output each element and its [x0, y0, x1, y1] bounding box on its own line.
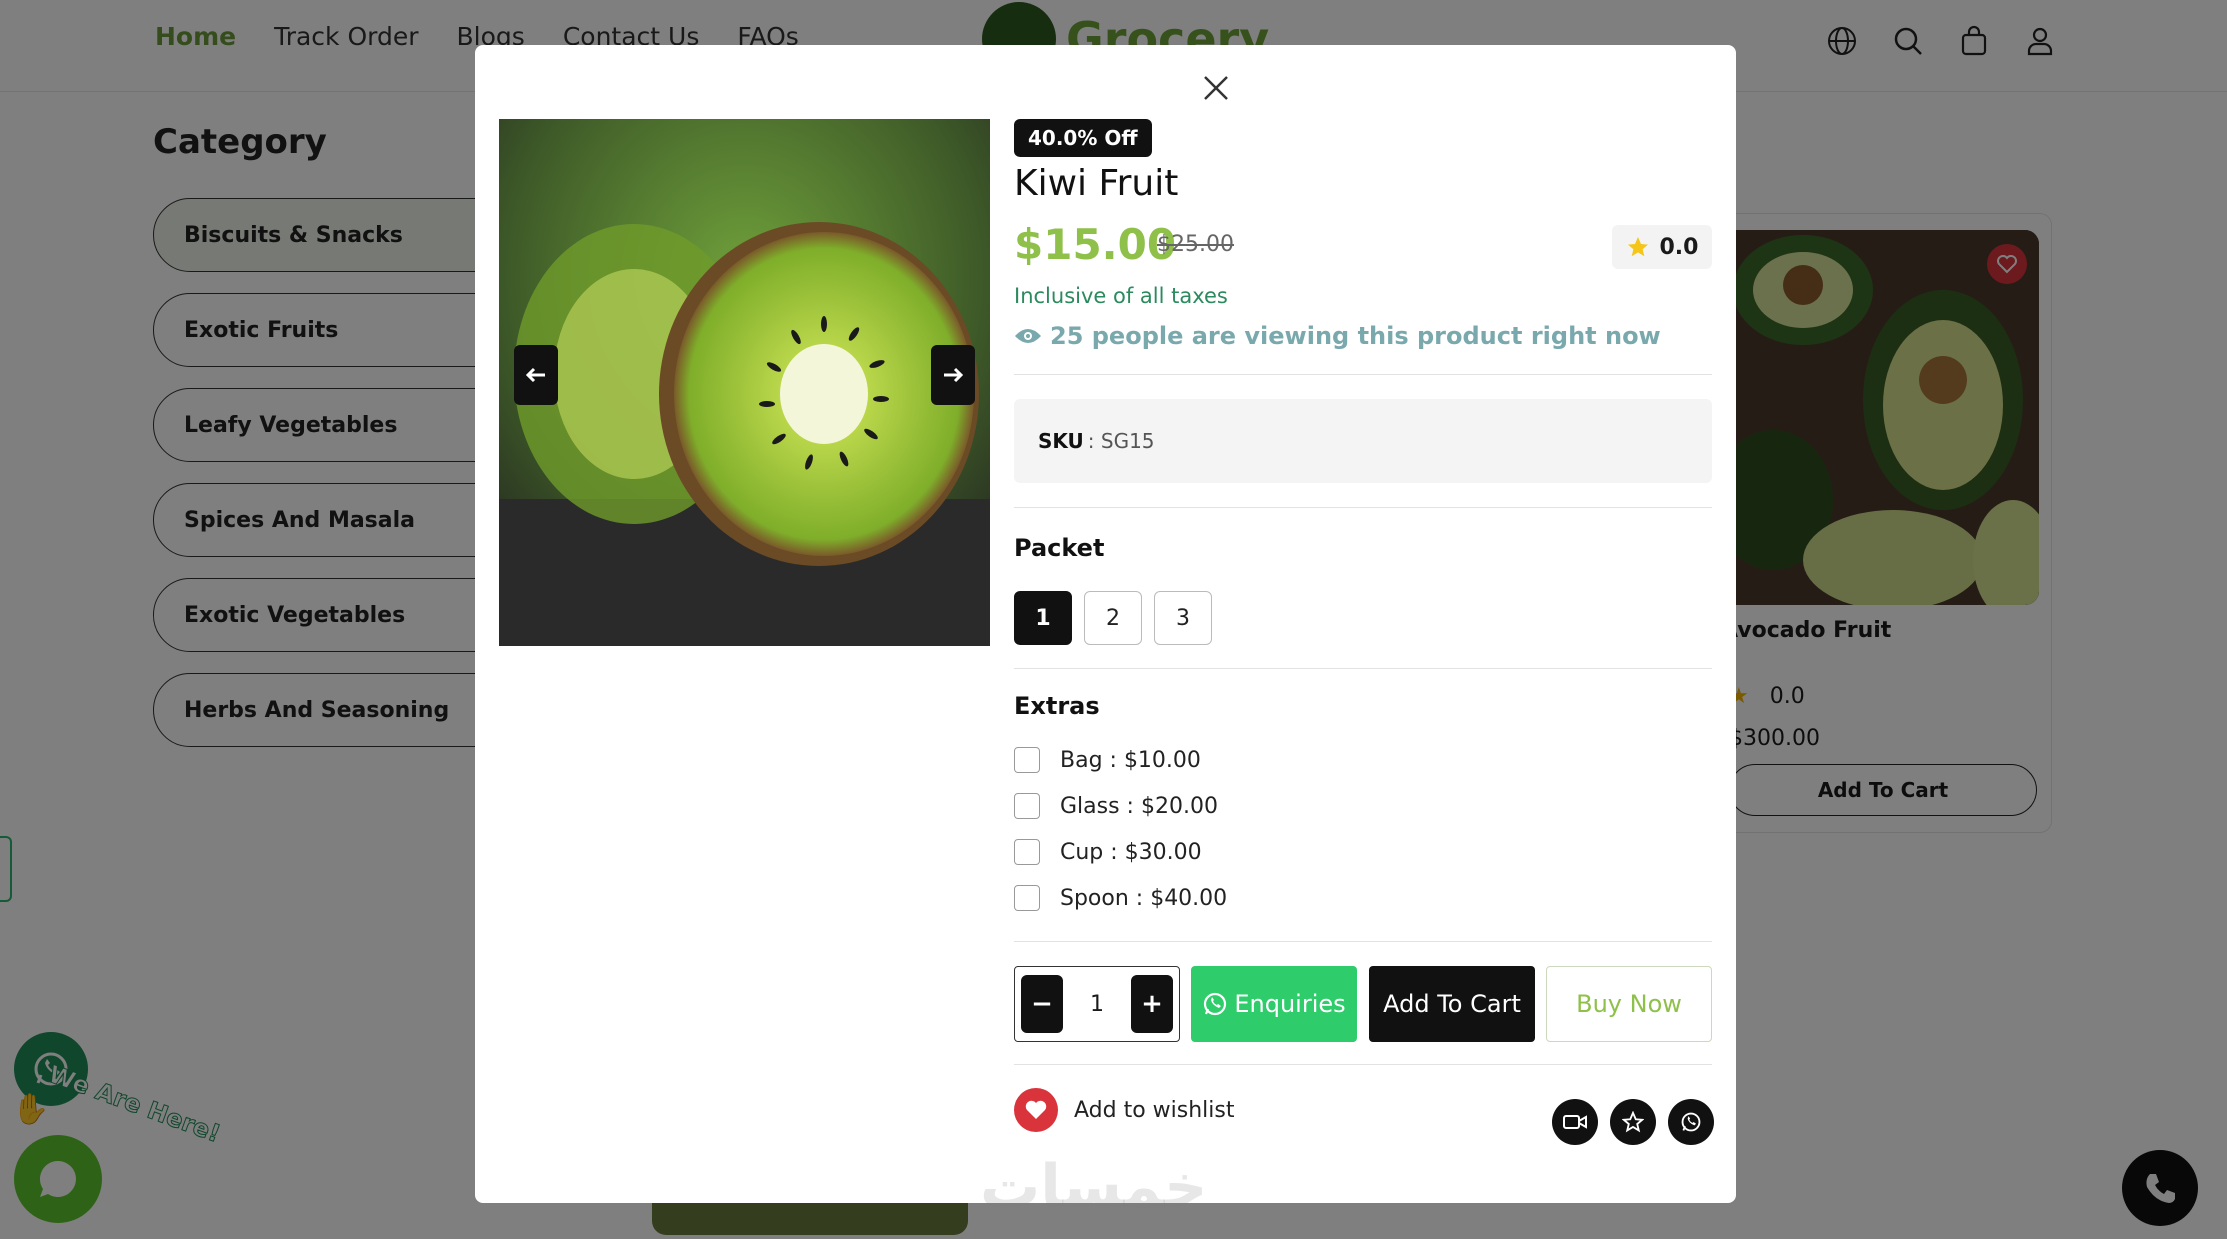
- heart-icon[interactable]: [1014, 1088, 1058, 1132]
- star-icon: [1627, 237, 1648, 257]
- whatsapp-icon: [1204, 992, 1227, 1016]
- add-to-cart-button[interactable]: Add To Cart: [1369, 966, 1535, 1042]
- extra-label: Bag : $10.00: [1060, 747, 1201, 773]
- share-icons: [1552, 1099, 1714, 1145]
- close-icon[interactable]: [1195, 67, 1237, 109]
- enquiries-label: Enquiries: [1234, 990, 1346, 1018]
- divider: [1014, 668, 1712, 669]
- packet-option[interactable]: 3: [1154, 591, 1212, 645]
- video-icon[interactable]: [1552, 1099, 1598, 1145]
- rating-badge: 0.0: [1612, 225, 1712, 269]
- arrow-right-icon[interactable]: [931, 345, 975, 405]
- enquiries-button[interactable]: Enquiries: [1191, 966, 1357, 1042]
- decrease-quantity-button[interactable]: −: [1021, 975, 1063, 1033]
- extra-option[interactable]: Cup : $30.00: [1014, 829, 1227, 875]
- extras-list: Bag : $10.00 Glass : $20.00 Cup : $30.00…: [1014, 737, 1227, 921]
- extra-label: Glass : $20.00: [1060, 793, 1218, 819]
- extras-label: Extras: [1014, 692, 1100, 720]
- wishlist-label: Add to wishlist: [1074, 1097, 1235, 1123]
- product-title: Kiwi Fruit: [1014, 163, 1179, 204]
- divider: [1014, 374, 1712, 375]
- viewers-note: 25 people are viewing this product right…: [1014, 322, 1661, 350]
- discount-badge: 40.0% Off: [1014, 119, 1152, 157]
- packet-options: 1 2 3: [1014, 591, 1212, 645]
- packet-option[interactable]: 2: [1084, 591, 1142, 645]
- star-icon[interactable]: [1610, 1099, 1656, 1145]
- extra-checkbox[interactable]: [1014, 747, 1040, 773]
- buy-now-button[interactable]: Buy Now: [1546, 966, 1712, 1042]
- quantity-stepper: − 1 +: [1014, 966, 1180, 1042]
- extra-label: Cup : $30.00: [1060, 839, 1202, 865]
- packet-option[interactable]: 1: [1014, 591, 1072, 645]
- divider: [1014, 941, 1712, 942]
- product-price: $15.00: [1014, 220, 1177, 269]
- divider: [1014, 1064, 1712, 1065]
- increase-quantity-button[interactable]: +: [1131, 975, 1173, 1033]
- sku-value: : SG15: [1087, 429, 1155, 453]
- extra-checkbox[interactable]: [1014, 885, 1040, 911]
- sku-box: SKU : SG15: [1014, 399, 1712, 483]
- product-old-price: $25.00: [1157, 232, 1234, 257]
- add-to-wishlist[interactable]: Add to wishlist: [1014, 1088, 1235, 1132]
- watermark: خمسات: [980, 1152, 1208, 1222]
- eye-icon: [1015, 329, 1041, 343]
- arrow-left-icon[interactable]: [514, 345, 558, 405]
- whatsapp-icon[interactable]: [1668, 1099, 1714, 1145]
- extra-checkbox[interactable]: [1014, 839, 1040, 865]
- tax-note: Inclusive of all taxes: [1014, 284, 1228, 308]
- quantity-value[interactable]: 1: [1090, 992, 1104, 1017]
- divider: [1014, 507, 1712, 508]
- extra-checkbox[interactable]: [1014, 793, 1040, 819]
- extra-option[interactable]: Glass : $20.00: [1014, 783, 1227, 829]
- product-image: [499, 119, 990, 646]
- rating-value: 0.0: [1659, 234, 1699, 260]
- viewers-text: 25 people are viewing this product right…: [1050, 322, 1661, 350]
- extra-option[interactable]: Spoon : $40.00: [1014, 875, 1227, 921]
- packet-label: Packet: [1014, 534, 1105, 562]
- extra-option[interactable]: Bag : $10.00: [1014, 737, 1227, 783]
- extra-label: Spoon : $40.00: [1060, 885, 1228, 911]
- sku-label: SKU: [1038, 429, 1084, 453]
